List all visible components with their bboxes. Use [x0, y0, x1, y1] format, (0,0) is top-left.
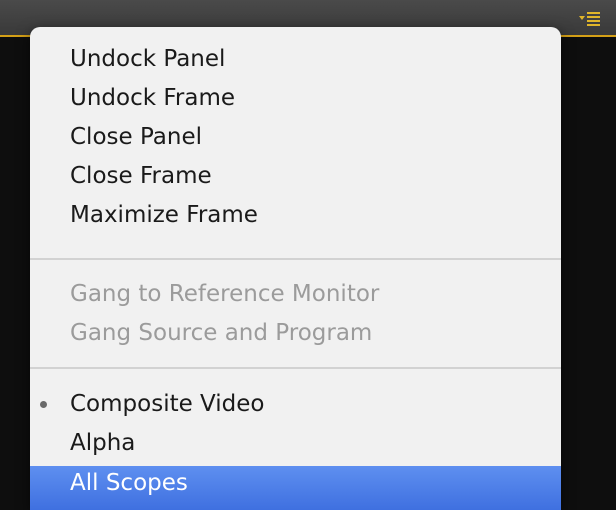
menu-item-composite-video[interactable]: Composite Video [30, 387, 561, 421]
menu-item-maximize-frame[interactable]: Maximize Frame [30, 198, 561, 232]
menu-item-gang-to-reference-monitor[interactable]: Gang to Reference Monitor [30, 277, 561, 311]
menu-item-undock-frame[interactable]: Undock Frame [30, 81, 561, 115]
menu-item-gang-source-and-program[interactable]: Gang Source and Program [30, 316, 561, 350]
checkmark-bullet-icon [40, 401, 47, 408]
panel-menu-icon[interactable] [572, 8, 608, 30]
menu-separator [30, 258, 561, 260]
panel-context-menu: Undock Panel Undock Frame Close Panel Cl… [30, 27, 561, 510]
menu-separator [30, 367, 561, 369]
menu-item-undock-panel[interactable]: Undock Panel [30, 42, 561, 76]
menu-item-close-frame[interactable]: Close Frame [30, 159, 561, 193]
menu-item-close-panel[interactable]: Close Panel [30, 120, 561, 154]
menu-item-alpha[interactable]: Alpha [30, 426, 561, 460]
menu-item-all-scopes[interactable]: All Scopes [30, 466, 561, 510]
menu-item-label: Composite Video [70, 391, 265, 417]
